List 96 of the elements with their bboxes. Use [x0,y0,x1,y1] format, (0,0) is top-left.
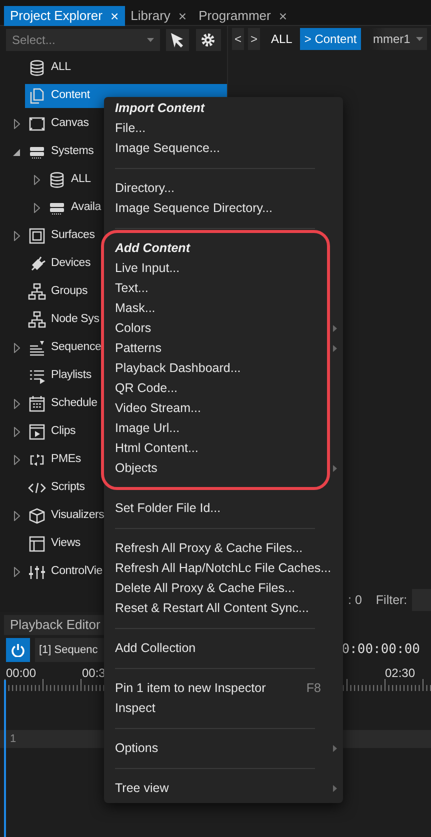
filter-label: Filter: [376,592,408,609]
film-icon [28,423,46,441]
close-icon[interactable]: × [178,6,187,26]
expand-arrow-icon[interactable] [14,231,20,241]
menu-item[interactable]: Add Collection [104,638,343,658]
menu-item[interactable]: Reset & Restart All Content Sync... [104,598,343,618]
power-icon [11,643,25,657]
settings-icon [200,32,216,48]
files-icon [28,87,46,105]
menu-item[interactable]: Set Folder File Id... [104,498,343,518]
tree-item[interactable]: Availa [45,196,103,220]
menu-item[interactable]: Playback Dashboard... [104,358,343,378]
collapse-arrow-icon[interactable] [13,148,20,156]
tree-item[interactable]: Groups [25,280,90,304]
tree-item[interactable]: Playlists [25,364,94,388]
panel-tab[interactable]: Playback Editor [4,615,106,635]
tree-item[interactable]: Devices [25,252,93,276]
select-dropdown[interactable]: Select... [6,29,160,51]
expand-arrow-icon[interactable] [14,567,20,577]
power-button[interactable] [6,638,30,662]
square-frame-icon [28,227,46,245]
tree-item[interactable]: ControlVie [25,560,104,584]
tree-item[interactable]: ALL [25,56,73,80]
menu-item[interactable]: Video Stream... [104,398,343,418]
ruler-label: 00:00 [6,665,36,682]
menu-item[interactable]: Tree view [104,778,343,798]
database-icon [48,171,66,189]
close-icon[interactable]: × [110,6,119,26]
forward-button[interactable]: > [248,28,260,50]
tree-item[interactable]: ALL [45,168,93,192]
expand-arrow-icon[interactable] [14,119,20,129]
menu-item[interactable]: Html Content... [104,438,343,458]
breadcrumb-link[interactable]: > Content [300,28,361,50]
menu-item[interactable]: Objects [104,458,343,478]
panel-tab[interactable]: Library × [124,6,193,26]
tree-item[interactable]: Surfaces [25,224,97,248]
caret-icon [146,38,154,42]
tree-item[interactable]: Schedule [25,392,100,416]
tree-item[interactable]: Views [25,532,82,556]
tree-item[interactable]: Systems [25,140,96,164]
menu-item[interactable]: Delete All Proxy & Cache Files... [104,578,343,598]
back-button[interactable]: < [232,28,244,50]
tree-item[interactable]: Sequence [25,336,104,360]
timecode-display: 0:00:00:00 [342,641,420,660]
expand-arrow-icon[interactable] [34,203,40,213]
ruler-label: 00:3 [82,665,106,682]
menu-item[interactable]: Refresh All Proxy & Cache Files... [104,538,343,558]
expand-arrow-icon[interactable] [14,427,20,437]
hierarchy-icon [28,283,46,301]
list-icon [28,339,46,357]
menu-item[interactable]: Live Input... [104,258,343,278]
breadcrumb-link[interactable]: ALL [267,28,296,50]
menu-item[interactable]: Text... [104,278,343,298]
expand-arrow-icon[interactable] [14,511,20,521]
frame-icon [28,115,46,133]
sequence-selector[interactable]: [1] Sequenc [35,638,104,662]
close-icon[interactable]: × [278,6,288,26]
cursor-icon [169,32,186,48]
selected-count-label: : 0 [348,592,362,609]
tree-item[interactable]: Scripts [25,476,87,500]
menu-item[interactable]: Pin 1 item to new Inspector F8 [104,678,343,698]
tree-item[interactable]: Clips [25,420,78,444]
menu-item[interactable]: Mask... [104,298,343,318]
settings-button[interactable] [196,29,221,51]
panel-tab[interactable]: Project Explorer × [4,6,125,26]
expand-arrow-icon[interactable] [14,399,20,409]
expand-arrow-icon[interactable] [14,455,20,465]
tree-item[interactable]: Canvas [25,112,91,136]
cube-icon [28,507,46,525]
pointer-button[interactable] [166,29,189,51]
menu-item[interactable]: Image Sequence... [104,138,343,158]
sliders-icon [28,563,46,581]
menu-item[interactable]: Image Url... [104,418,343,438]
hierarchy-icon [28,311,46,329]
tree-item[interactable]: Node Sys [25,308,102,332]
menu-item[interactable]: Refresh All Hap/NotchLc File Caches... [104,558,343,578]
menu-item[interactable]: Colors [104,318,343,338]
menu-item[interactable]: Directory... [104,178,343,198]
menu-item[interactable]: Patterns [104,338,343,358]
layout-icon [28,535,46,553]
expand-arrow-icon[interactable] [14,343,20,353]
shortcut-text: F8 [306,680,321,697]
ruler-label: 02:30 [385,665,416,682]
menu-item[interactable]: Inspect [104,698,343,718]
expand-arrow-icon[interactable] [34,175,40,185]
menu-item[interactable]: File... [104,118,343,138]
caret-icon [416,37,423,41]
panel-tab[interactable]: Programmer × [192,6,294,26]
menu-item[interactable]: QR Code... [104,378,343,398]
tree-item[interactable]: PMEs [25,448,83,472]
database-icon [28,59,46,77]
menu-section-header: Add Content [114,240,192,257]
menu-item[interactable]: Image Sequence Directory... [104,198,343,218]
tree-item[interactable]: Visualizers [25,504,106,528]
calendar-icon [28,395,46,413]
cycle-icon [28,451,46,469]
